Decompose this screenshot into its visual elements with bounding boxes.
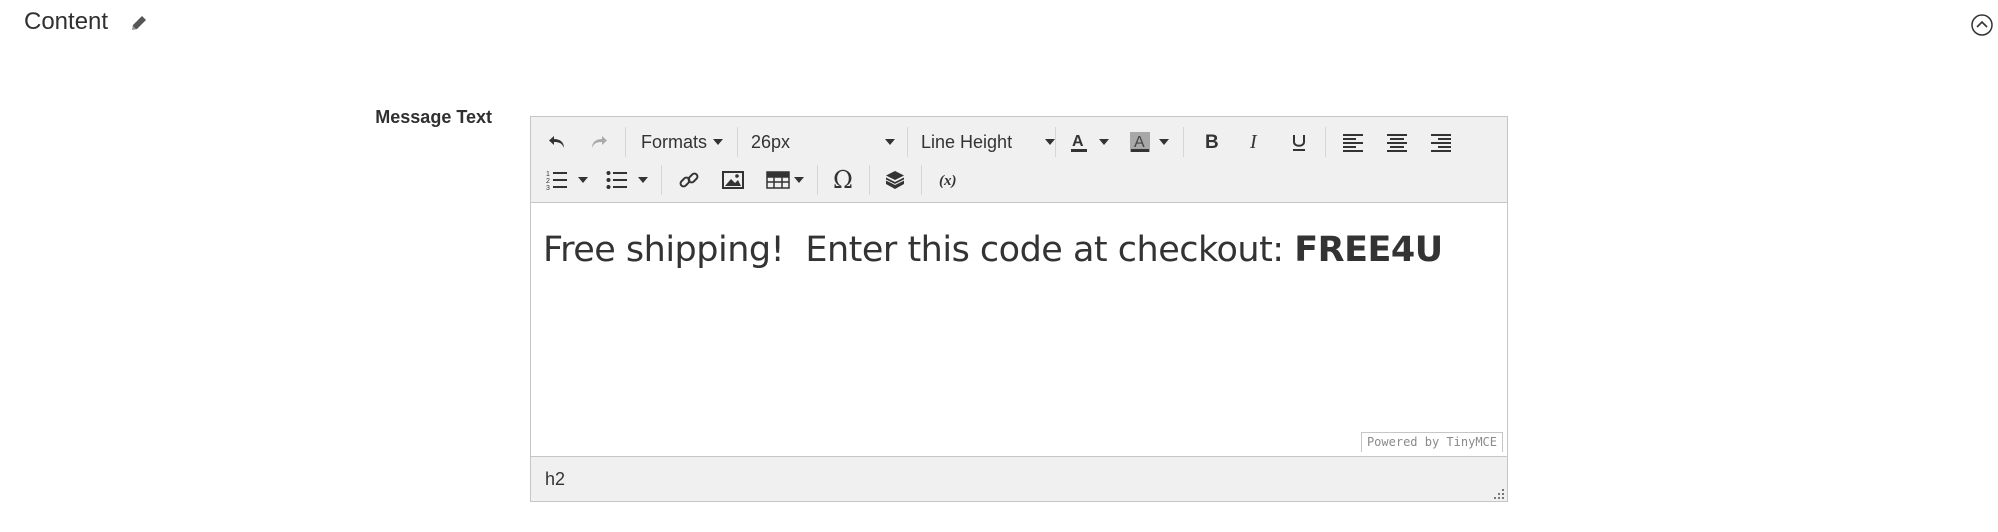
bullet-list-icon [606, 169, 628, 191]
align-left-button[interactable] [1335, 125, 1371, 159]
image-button[interactable] [715, 163, 751, 197]
editor-statusbar: h2 [531, 456, 1507, 501]
text-color-button[interactable]: A [1063, 125, 1115, 159]
redo-button[interactable] [581, 125, 617, 159]
align-right-button[interactable] [1423, 125, 1459, 159]
undo-icon [547, 132, 567, 152]
numbered-list-icon: 123 [546, 169, 568, 191]
insert-variable-button[interactable]: (x) [929, 163, 973, 197]
table-button[interactable] [759, 163, 811, 197]
pencil-icon[interactable] [128, 12, 150, 34]
line-height-dropdown[interactable]: Line Height [921, 125, 1061, 159]
chevron-down-icon [578, 177, 588, 183]
align-center-button[interactable] [1379, 125, 1415, 159]
formats-label: Formats [641, 131, 708, 152]
align-left-icon [1342, 132, 1364, 152]
widget-icon [885, 170, 905, 190]
chevron-down-icon [713, 139, 724, 145]
svg-text:1: 1 [546, 171, 550, 178]
element-path[interactable]: h2 [545, 469, 565, 490]
svg-text:Ω: Ω [833, 168, 853, 192]
italic-button[interactable]: I [1237, 125, 1273, 159]
editor-toolbar: Formats 26px Line Height A A B I 1 2 3 Ω… [531, 117, 1507, 203]
editor-content-area[interactable]: Free shipping! Enter this code at checko… [531, 204, 1507, 452]
collapse-circle-icon[interactable] [1970, 13, 1994, 37]
table-icon [766, 170, 790, 190]
chevron-down-icon [794, 177, 804, 183]
chevron-down-icon [1099, 139, 1109, 145]
svg-text:A: A [1072, 133, 1084, 150]
insert-widget-button[interactable] [877, 163, 913, 197]
special-character-button[interactable]: Ω [825, 163, 861, 197]
formats-dropdown[interactable]: Formats [641, 125, 733, 159]
font-size-value: 26px [751, 131, 791, 152]
link-button[interactable] [671, 163, 707, 197]
chevron-down-icon [638, 177, 648, 183]
chevron-down-icon [1045, 139, 1055, 145]
italic-icon: I [1245, 132, 1265, 152]
section-header: Content [0, 0, 1998, 50]
wysiwyg-editor: Formats 26px Line Height A A B I 1 2 3 Ω… [530, 116, 1508, 502]
font-size-dropdown[interactable]: 26px [751, 125, 899, 159]
powered-by-tinymce-link[interactable]: Powered by TinyMCE [1360, 432, 1503, 452]
promo-code: FREE4U [1294, 230, 1443, 270]
numbered-list-button[interactable]: 123 [541, 163, 593, 197]
chevron-down-icon [885, 139, 895, 145]
message-heading: Free shipping! Enter this code at checko… [543, 230, 1443, 270]
message-text-plain: Free shipping! Enter this code at checko… [543, 230, 1295, 270]
svg-text:2: 2 [546, 178, 550, 185]
svg-text:A: A [1134, 134, 1145, 151]
section-title: Content [24, 8, 109, 35]
line-height-label: Line Height [921, 131, 1013, 152]
bold-icon: B [1201, 132, 1221, 152]
underline-icon [1289, 132, 1309, 152]
undo-button[interactable] [539, 125, 575, 159]
omega-icon: Ω [831, 168, 855, 192]
image-icon [722, 170, 744, 190]
align-center-icon [1386, 132, 1408, 152]
svg-text:3: 3 [546, 185, 550, 191]
redo-icon [589, 132, 609, 152]
resize-handle-icon[interactable] [1493, 487, 1505, 499]
align-right-icon [1430, 132, 1452, 152]
background-color-icon: A [1129, 131, 1151, 153]
variable-icon: (x) [938, 170, 964, 190]
link-icon [678, 169, 700, 191]
underline-button[interactable] [1281, 125, 1317, 159]
bold-button[interactable]: B [1193, 125, 1229, 159]
svg-text:I: I [1249, 132, 1258, 152]
chevron-down-icon [1159, 139, 1169, 145]
svg-text:(x): (x) [939, 173, 957, 189]
background-color-button[interactable]: A [1123, 125, 1175, 159]
bullet-list-button[interactable] [601, 163, 653, 197]
text-color-icon: A [1069, 131, 1091, 153]
svg-text:B: B [1205, 132, 1219, 152]
message-text-label: Message Text [375, 107, 492, 127]
